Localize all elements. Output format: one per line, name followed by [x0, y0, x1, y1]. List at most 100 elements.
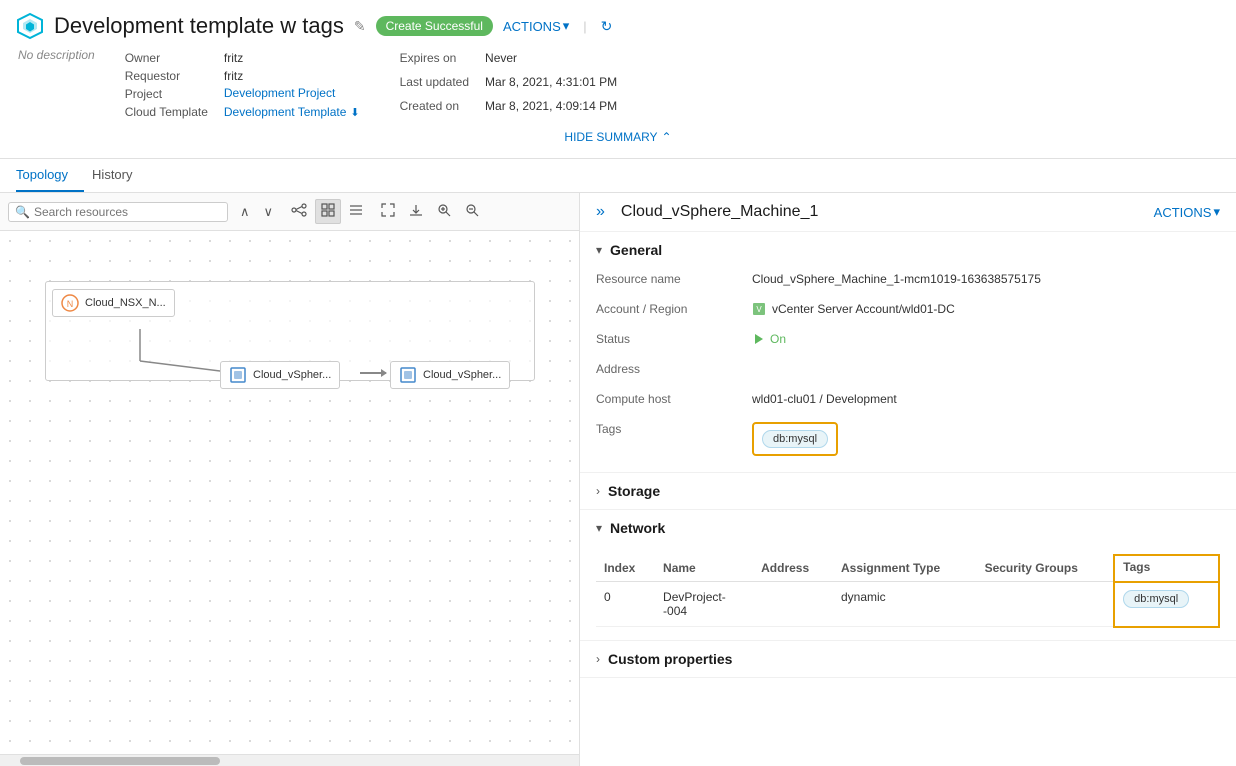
created-value: Mar 8, 2021, 4:09:14 PM [485, 98, 617, 120]
table-row: 0 DevProject--004 dynamic db:mysql [596, 582, 1219, 627]
resource-name-label: Resource name [596, 268, 736, 290]
nsx-node-icon: N [61, 294, 79, 312]
page-header: Development template w tags ✎ Create Suc… [0, 0, 1236, 193]
panel-collapse-button[interactable]: » [596, 203, 605, 221]
section-storage: › Storage [580, 473, 1236, 510]
vsphere2-node-label: Cloud_vSpher... [423, 369, 501, 381]
canvas-scrollbar[interactable] [0, 754, 579, 766]
search-icon: 🔍 [15, 205, 30, 219]
section-storage-title: Storage [608, 483, 660, 499]
cell-tags: db:mysql [1114, 582, 1219, 627]
svg-text:N: N [67, 299, 74, 309]
status-label: Status [596, 328, 736, 350]
topology-panel: 🔍 ∧ ∨ [0, 193, 580, 766]
node-nsx[interactable]: N Cloud_NSX_N... [52, 289, 175, 317]
section-network-header[interactable]: ▾ Network [580, 510, 1236, 546]
resource-title: Cloud_vSphere_Machine_1 [621, 203, 818, 221]
section-network-chevron: ▾ [596, 521, 602, 535]
grid-view-button[interactable] [315, 199, 341, 224]
panel-header: » Cloud_vSphere_Machine_1 ACTIONS ▾ [580, 193, 1236, 232]
tags-highlight-box: db:mysql [752, 422, 838, 456]
sort-up-button[interactable]: ∧ [234, 200, 256, 224]
no-description: No description [18, 48, 95, 62]
vsphere1-node-label: Cloud_vSpher... [253, 369, 331, 381]
tabs-bar: Topology History [0, 159, 1236, 193]
col-security-groups: Security Groups [977, 555, 1115, 582]
vsphere2-node-icon [399, 366, 417, 384]
svg-text:V: V [756, 305, 762, 314]
section-general-title: General [610, 242, 662, 258]
connections-view-button[interactable] [285, 199, 313, 224]
requestor-label: Requestor [125, 68, 208, 84]
project-link[interactable]: Development Project [224, 86, 360, 102]
section-network-title: Network [610, 520, 665, 536]
zoom-out-button[interactable] [459, 199, 485, 224]
search-box[interactable]: 🔍 [8, 202, 228, 222]
section-general-header[interactable]: ▾ General [580, 232, 1236, 268]
expires-label: Expires on [400, 50, 469, 72]
account-region-label: Account / Region [596, 298, 736, 320]
col-index: Index [596, 555, 655, 582]
tab-topology[interactable]: Topology [16, 159, 84, 192]
requestor-value: fritz [224, 68, 360, 84]
download-button[interactable] [403, 199, 429, 224]
network-tag-badge: db:mysql [1123, 590, 1189, 608]
tags-label: Tags [596, 418, 736, 460]
section-storage-chevron: › [596, 484, 600, 498]
project-label: Project [125, 86, 208, 102]
address-value [752, 358, 1220, 380]
node-vsphere2[interactable]: Cloud_vSpher... [390, 361, 510, 389]
address-label: Address [596, 358, 736, 380]
vsphere1-node-icon [229, 366, 247, 384]
owner-label: Owner [125, 50, 208, 66]
section-network-body: Index Name Address Assignment Type Secur… [580, 554, 1236, 640]
section-storage-header[interactable]: › Storage [580, 473, 1236, 509]
zoom-in-button[interactable] [431, 199, 457, 224]
cell-name: DevProject--004 [655, 582, 753, 627]
tags-value: db:mysql [752, 418, 1220, 460]
compute-host-label: Compute host [596, 388, 736, 410]
account-region-value: V vCenter Server Account/wld01-DC [752, 298, 1220, 320]
page-title: Development template w tags [54, 13, 344, 39]
edit-icon[interactable]: ✎ [354, 18, 366, 35]
tag-badge-db-mysql: db:mysql [762, 430, 828, 448]
resource-actions-button[interactable]: ACTIONS ▾ [1154, 204, 1220, 220]
resource-name-value: Cloud_vSphere_Machine_1-mcm1019-16363857… [752, 268, 1220, 290]
list-view-button[interactable] [343, 200, 369, 223]
last-updated-value: Mar 8, 2021, 4:31:01 PM [485, 74, 617, 96]
section-custom-properties: › Custom properties [580, 641, 1236, 678]
expires-value: Never [485, 50, 617, 72]
last-updated-label: Last updated [400, 74, 469, 96]
main-content: 🔍 ∧ ∨ [0, 193, 1236, 766]
col-name: Name [655, 555, 753, 582]
section-custom-properties-header[interactable]: › Custom properties [580, 641, 1236, 677]
col-address: Address [753, 555, 833, 582]
section-general: ▾ General Resource name Cloud_vSphere_Ma… [580, 232, 1236, 473]
section-network: ▾ Network Index Name Address Assignment … [580, 510, 1236, 641]
node-vsphere1[interactable]: Cloud_vSpher... [220, 361, 340, 389]
created-label: Created on [400, 98, 469, 120]
owner-value: fritz [224, 50, 360, 66]
hide-summary-button[interactable]: HIDE SUMMARY ⌃ [16, 124, 1220, 150]
view-controls [285, 199, 369, 224]
col-assignment-type: Assignment Type [833, 555, 977, 582]
canvas-controls [375, 199, 485, 224]
nsx-node-label: Cloud_NSX_N... [85, 297, 166, 309]
general-properties: Resource name Cloud_vSphere_Machine_1-mc… [596, 268, 1220, 460]
sort-down-button[interactable]: ∨ [258, 200, 280, 224]
col-tags: Tags [1114, 555, 1219, 582]
section-general-body: Resource name Cloud_vSphere_Machine_1-mc… [580, 268, 1236, 472]
actions-button[interactable]: ACTIONS ▾ [503, 18, 569, 34]
app-logo-icon [16, 12, 44, 40]
canvas-area[interactable]: N Cloud_NSX_N... Cloud_vSpher... C [0, 231, 579, 754]
refresh-icon[interactable]: ↻ [601, 18, 613, 35]
compute-host-value: wld01-clu01 / Development [752, 388, 1220, 410]
tab-history[interactable]: History [92, 159, 148, 192]
cell-address [753, 582, 833, 627]
scrollbar-thumb[interactable] [20, 757, 220, 765]
cloud-template-link[interactable]: Development Template [224, 105, 347, 119]
search-input[interactable] [34, 205, 221, 219]
section-custom-properties-chevron: › [596, 652, 600, 666]
fit-button[interactable] [375, 199, 401, 224]
section-general-chevron: ▾ [596, 243, 602, 257]
